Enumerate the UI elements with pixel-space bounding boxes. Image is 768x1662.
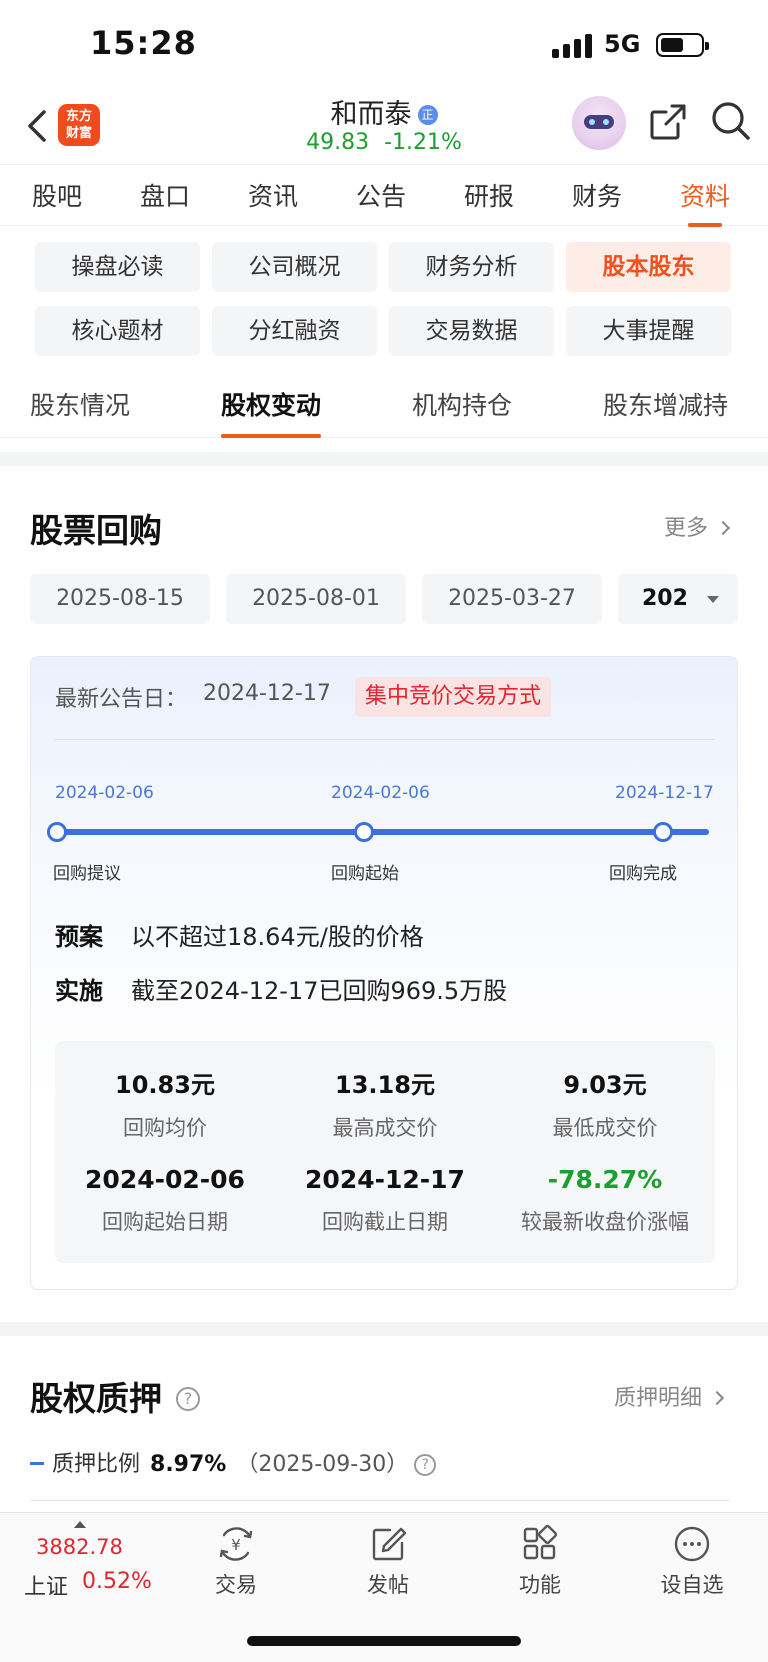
section-trading-guide[interactable]: 操盘必读 — [35, 242, 200, 292]
tab-announcement[interactable]: 公告 — [356, 177, 406, 213]
trade-icon: ¥ — [219, 1527, 253, 1561]
expand-up-icon[interactable] — [74, 1521, 86, 1528]
chevron-right-icon — [715, 520, 731, 536]
stock-header: 东方 财富 和而泰正 49.83 -1.21% — [0, 90, 768, 164]
stat-change-vs-close: -78.27% 较最新收盘价涨幅 — [521, 1165, 689, 1234]
plan-row: 预案 以不超过18.64元/股的价格 — [55, 917, 424, 952]
nav-post[interactable]: 发帖 — [328, 1525, 448, 1599]
edit-icon — [372, 1527, 407, 1561]
share-icon[interactable] — [648, 102, 688, 142]
stat-low-price: 9.03元 最低成交价 — [552, 1071, 658, 1140]
plan-label: 预案 — [55, 923, 103, 951]
timeline-date: 2024-02-06 — [331, 783, 430, 803]
stock-price: 49.83 — [306, 130, 370, 155]
subtab-holding-changes[interactable]: 股东增减持 — [603, 386, 728, 422]
status-bar: 15:28 5G — [0, 0, 768, 90]
nav-functions[interactable]: 功能 — [480, 1525, 600, 1599]
timeline-date: 2024-12-17 — [615, 783, 714, 803]
notice-date: 2024-12-17 — [203, 681, 331, 706]
help-icon[interactable]: ? — [176, 1387, 200, 1411]
impl-text: 截至2024-12-17已回购969.5万股 — [131, 977, 508, 1005]
battery-icon — [656, 33, 709, 57]
pledge-ratio-date: （2025-09-30） — [236, 1452, 409, 1477]
timeline-dot — [354, 822, 374, 842]
timeline-label: 回购起始 — [331, 864, 399, 884]
impl-label: 实施 — [55, 977, 103, 1005]
date-dropdown-button[interactable] — [688, 574, 738, 624]
divider — [0, 1322, 768, 1336]
date-chip[interactable]: 2025-03-27 — [422, 574, 602, 624]
timeline-bar — [57, 829, 709, 835]
buyback-more-link[interactable]: 更多 — [664, 510, 731, 542]
signal-icon — [552, 32, 594, 58]
search-icon[interactable] — [710, 100, 752, 142]
badge-icon: 正 — [417, 105, 438, 125]
date-chip[interactable]: 2025-08-01 — [226, 574, 406, 624]
tab-guba[interactable]: 股吧 — [32, 177, 82, 213]
tab-profile[interactable]: 资料 — [680, 177, 730, 227]
pledge-detail-link[interactable]: 质押明细 — [614, 1380, 725, 1412]
section-dividends[interactable]: 分红融资 — [212, 306, 377, 356]
stat-end-date: 2024-12-17 回购截止日期 — [305, 1165, 465, 1234]
grid-icon — [523, 1525, 558, 1560]
subtab-institutions[interactable]: 机构持仓 — [412, 386, 512, 422]
buyback-title: 股票回购 — [30, 511, 162, 550]
nav-trade[interactable]: ¥ 交易 — [176, 1525, 296, 1599]
buyback-stats: 10.83元 回购均价 13.18元 最高成交价 9.03元 最低成交价 2024-0… — [55, 1041, 715, 1263]
sub-tabs: 股东情况 股权变动 机构持仓 股东增减持 — [0, 372, 768, 438]
divider — [0, 452, 768, 466]
divider — [55, 739, 715, 740]
status-time: 15:28 — [90, 24, 197, 62]
legend-marker — [30, 1462, 44, 1465]
stat-high-price: 13.18元 最高成交价 — [332, 1071, 438, 1140]
index-value[interactable]: 3882.78 — [36, 1535, 123, 1559]
chevron-down-icon — [707, 596, 719, 603]
stock-change: -1.21% — [384, 130, 462, 155]
svg-text:¥: ¥ — [231, 1536, 241, 1554]
subtab-shareholders[interactable]: 股东情况 — [30, 386, 130, 422]
help-icon[interactable]: ? — [414, 1454, 437, 1476]
implementation-row: 实施 截至2024-12-17已回购969.5万股 — [55, 971, 507, 1006]
timeline-date: 2024-02-06 — [55, 783, 154, 803]
main-tabs: 股吧 盘口 资讯 公告 研报 财务 资料 — [0, 164, 768, 227]
subtab-equity-change[interactable]: 股权变动 — [221, 386, 322, 438]
chevron-right-icon — [709, 1390, 725, 1406]
section-events[interactable]: 大事提醒 — [566, 306, 731, 356]
tab-research[interactable]: 研报 — [464, 177, 514, 213]
pledge-title: 股权质押? — [30, 1372, 200, 1420]
pledge-ratio-value: 8.97% — [150, 1452, 227, 1477]
index-change[interactable]: 0.52% — [82, 1569, 152, 1594]
tab-news[interactable]: 资讯 — [248, 177, 298, 213]
stat-start-date: 2024-02-06 回购起始日期 — [85, 1165, 245, 1234]
timeline-dot — [653, 822, 673, 842]
pledge-ratio-row: 质押比例 8.97% （2025-09-30）? — [30, 1446, 437, 1478]
timeline-dot — [47, 822, 67, 842]
robot-assistant-icon[interactable] — [572, 96, 626, 150]
notice-label: 最新公告日： — [55, 687, 188, 712]
buyback-date-selector: 2025-08-15 2025-08-01 2025-03-27 202 — [30, 574, 738, 624]
more-icon — [674, 1526, 710, 1562]
stat-avg-price: 10.83元 回购均价 — [115, 1071, 215, 1140]
plan-text: 以不超过18.64元/股的价格 — [131, 923, 424, 951]
stock-name: 和而泰 — [330, 99, 412, 130]
pledge-chart-card — [30, 1500, 730, 1510]
section-company-overview[interactable]: 公司概况 — [212, 242, 377, 292]
date-chip[interactable]: 2025-08-15 — [30, 574, 210, 624]
index-name[interactable]: 上证 — [24, 1569, 68, 1601]
tab-finance[interactable]: 财务 — [572, 177, 622, 213]
buyback-method-tag: 集中竞价交易方式 — [355, 677, 552, 717]
timeline-label: 回购完成 — [609, 864, 677, 884]
nav-add-watchlist[interactable]: 设自选 — [632, 1525, 752, 1599]
network-type: 5G — [604, 30, 641, 58]
section-shareholders[interactable]: 股本股东 — [566, 242, 731, 292]
pledge-ratio-label: 质押比例 — [52, 1452, 141, 1477]
section-financial-analysis[interactable]: 财务分析 — [389, 242, 554, 292]
section-trading-data[interactable]: 交易数据 — [389, 306, 554, 356]
tab-pankou[interactable]: 盘口 — [140, 177, 190, 213]
home-indicator[interactable] — [247, 1636, 521, 1646]
section-core-themes[interactable]: 核心题材 — [35, 306, 200, 356]
timeline-label: 回购提议 — [53, 864, 121, 884]
buyback-card: 最新公告日： 2024-12-17 集中竞价交易方式 2024-02-06 20… — [30, 656, 738, 1290]
